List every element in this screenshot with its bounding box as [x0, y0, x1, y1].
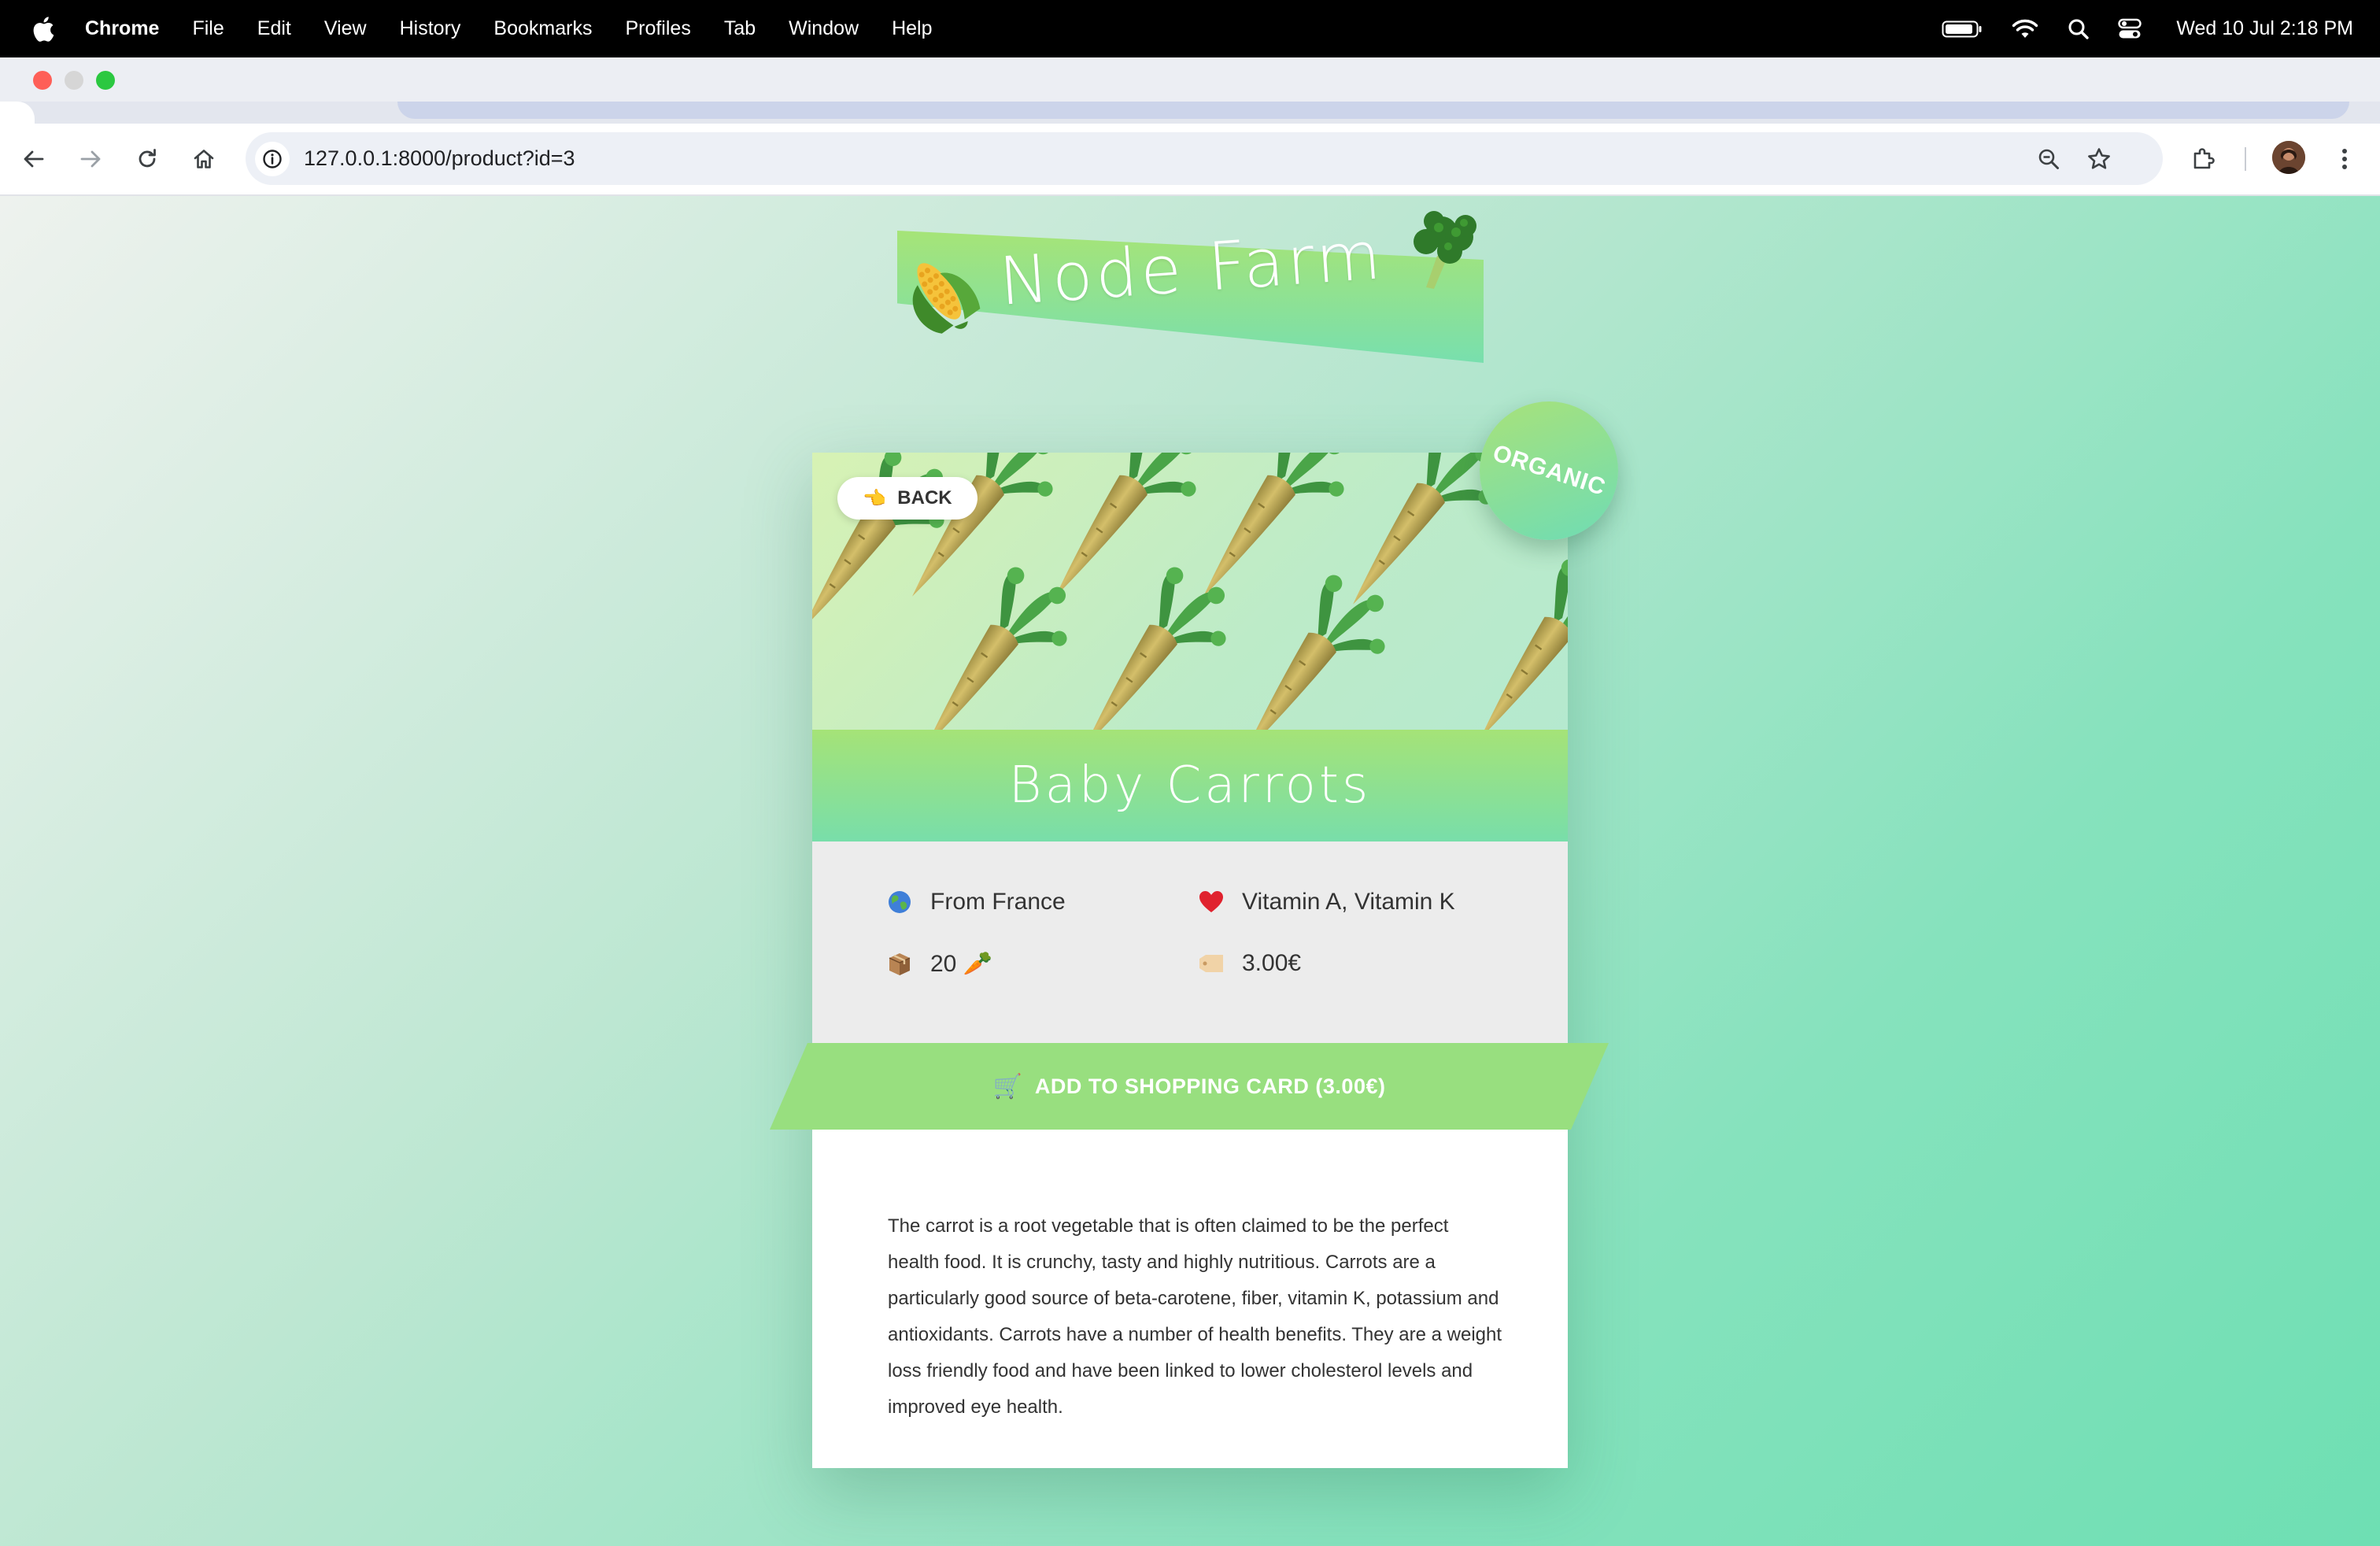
zoom-icon[interactable]: [2034, 144, 2064, 174]
browser-toolbar: 127.0.0.1:8000/product?id=3: [0, 124, 2380, 196]
product-price-text: 3.00€: [1242, 950, 1302, 976]
tab-bar-background: [397, 102, 2349, 119]
product-title-band: Baby Carrots: [812, 730, 1568, 841]
minimize-window-button[interactable]: [65, 71, 83, 90]
product-nutrients-text: Vitamin A, Vitamin K: [1242, 889, 1455, 915]
product-details: From France Vitamin A, Vitamin K 20 🥕 3.…: [812, 841, 1568, 1054]
toolbar-divider: [2245, 147, 2246, 171]
pointing-hand-icon: 👈: [863, 487, 887, 509]
zoom-window-button[interactable]: [96, 71, 115, 90]
menu-help[interactable]: Help: [892, 17, 932, 40]
menu-bookmarks[interactable]: Bookmarks: [493, 17, 592, 40]
broccoli-icon: [1402, 209, 1483, 290]
menu-window[interactable]: Window: [789, 17, 859, 40]
page-viewport: Node Farm 👈 BACK Baby Carrots From Franc…: [0, 196, 2380, 1546]
heart-icon: [1198, 889, 1225, 915]
control-center-icon[interactable]: [2118, 18, 2142, 40]
close-window-button[interactable]: [33, 71, 52, 90]
url-text[interactable]: 127.0.0.1:8000/product?id=3: [304, 132, 575, 185]
menu-view[interactable]: View: [324, 17, 367, 40]
product-price: 3.00€: [1198, 950, 1301, 977]
back-arrow-icon[interactable]: [16, 141, 52, 177]
package-icon: [886, 951, 913, 978]
tab-strip: [0, 102, 2380, 124]
menu-tab[interactable]: Tab: [724, 17, 756, 40]
product-quantity-text: 20 🥕: [930, 951, 993, 977]
product-quantity: 20 🥕: [886, 950, 992, 978]
product-nutrients: Vitamin A, Vitamin K: [1198, 889, 1455, 915]
window-titlebar: [0, 57, 2380, 102]
active-tab[interactable]: [0, 102, 35, 124]
shopping-cart-icon: 🛒: [992, 1073, 1022, 1100]
add-to-cart-label: ADD TO SHOPPING CARD (3.00€): [1034, 1074, 1386, 1098]
organic-badge-label: ORGANIC: [1489, 439, 1609, 501]
menu-profiles[interactable]: Profiles: [625, 17, 690, 40]
product-origin: From France: [886, 889, 1066, 915]
menu-bar: Chrome File Edit View History Bookmarks …: [0, 0, 2380, 57]
forward-arrow-icon[interactable]: [72, 141, 109, 177]
battery-icon[interactable]: [1942, 19, 1983, 39]
address-bar[interactable]: 127.0.0.1:8000/product?id=3: [246, 132, 2163, 185]
organic-badge: ORGANIC: [1480, 401, 1618, 540]
add-to-cart-button[interactable]: 🛒 ADD TO SHOPPING CARD (3.00€): [770, 1043, 1609, 1130]
price-tag-icon: [1198, 950, 1225, 977]
profile-avatar[interactable]: [2272, 141, 2305, 174]
corn-icon: [897, 251, 982, 344]
menu-app-name[interactable]: Chrome: [85, 17, 159, 40]
chrome-menu-icon[interactable]: [2326, 141, 2363, 177]
menu-edit[interactable]: Edit: [257, 17, 291, 40]
bookmark-star-icon[interactable]: [2084, 144, 2114, 174]
apple-logo-icon[interactable]: [31, 16, 55, 43]
spotlight-search-icon[interactable]: [2068, 18, 2090, 40]
globe-icon: [886, 889, 913, 915]
product-origin-text: From France: [930, 889, 1066, 915]
menu-history[interactable]: History: [400, 17, 461, 40]
product-hero-image: 👈 BACK: [812, 453, 1568, 730]
menu-file[interactable]: File: [192, 17, 224, 40]
extensions-icon[interactable]: [2185, 141, 2221, 177]
product-description: The carrot is a root vegetable that is o…: [888, 1215, 1502, 1418]
menubar-clock[interactable]: Wed 10 Jul 2:18 PM: [2176, 17, 2353, 40]
site-info-icon[interactable]: [255, 142, 290, 176]
product-name: Baby Carrots: [1008, 756, 1372, 815]
home-icon[interactable]: [186, 141, 222, 177]
reload-icon[interactable]: [129, 141, 165, 177]
back-button-label: BACK: [897, 487, 952, 509]
wifi-icon[interactable]: [2011, 18, 2039, 40]
back-button[interactable]: 👈 BACK: [837, 477, 978, 520]
